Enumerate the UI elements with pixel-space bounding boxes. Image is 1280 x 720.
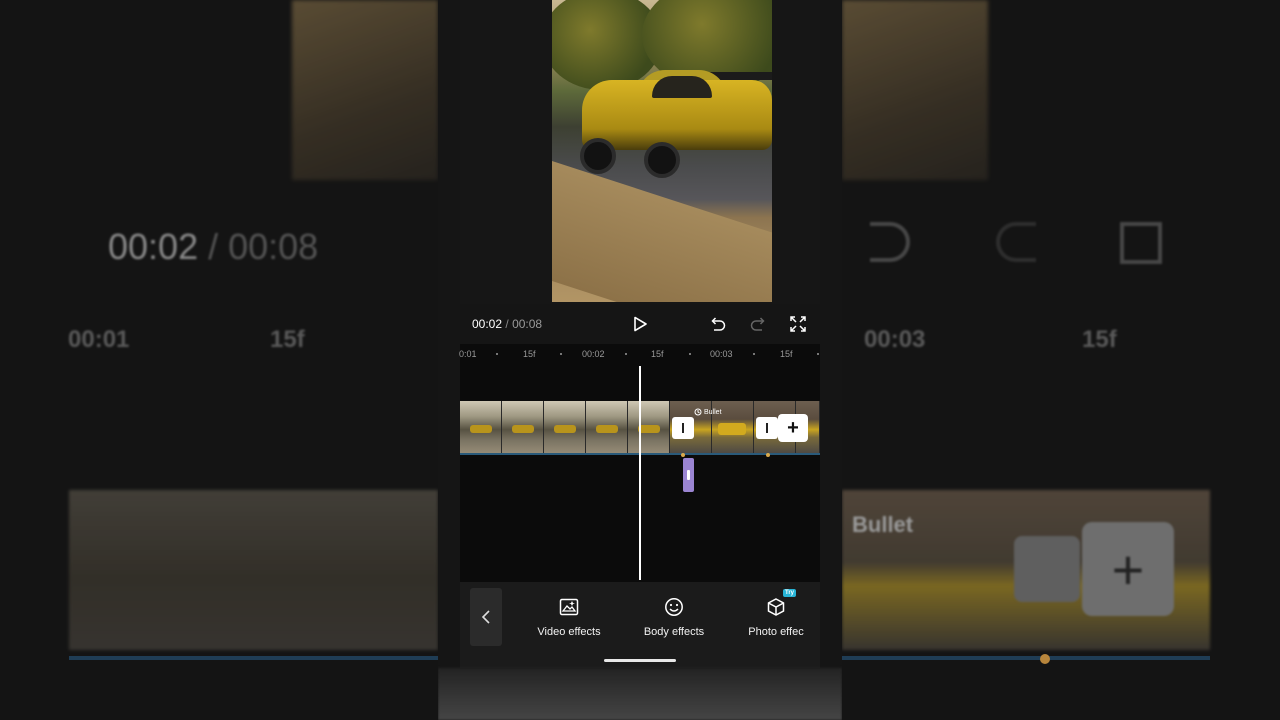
video-effects-icon <box>558 596 580 618</box>
plus-icon: + <box>787 416 799 439</box>
back-button[interactable] <box>470 588 502 646</box>
playhead[interactable] <box>639 366 641 580</box>
phone-bottom-bezel <box>438 668 842 720</box>
redo-icon <box>750 317 765 331</box>
effect-clip-handle[interactable] <box>687 470 690 480</box>
car-window-shape <box>652 76 712 98</box>
backdrop-redo-icon <box>996 222 1036 262</box>
clip-thumbnail <box>460 401 502 453</box>
ruler-label: 0:01 <box>459 349 477 359</box>
tool-label: Photo effec <box>748 626 804 638</box>
tool-label: Body effects <box>643 626 705 638</box>
sidewalk-shape <box>552 157 772 302</box>
backdrop-keyframe-dot <box>1040 654 1050 664</box>
preview-area <box>460 0 820 304</box>
fullscreen-icon <box>790 316 806 332</box>
effects-toolbar: Video effects Body effects Try Photo eff… <box>460 582 820 668</box>
home-indicator[interactable] <box>604 659 676 662</box>
transition-tag: Bullet <box>694 408 722 416</box>
effect-clip[interactable] <box>683 458 694 492</box>
backdrop-undo-icon <box>870 222 910 262</box>
clip-thumbnail <box>544 401 586 453</box>
try-badge: Try <box>782 589 796 597</box>
clip-thumbnail <box>502 401 544 453</box>
backdrop-track-line <box>842 656 1210 660</box>
backdrop-photo <box>842 0 988 180</box>
backdrop-left: 00:02 / 00:08 00:01 15f <box>0 0 438 720</box>
backdrop-photo <box>292 0 438 180</box>
editor-screen: 00:02 / 00:08 0:01 15f 00:02 15f 00:03 1… <box>438 0 842 720</box>
backdrop-time: 00:02 / 00:08 <box>108 226 318 268</box>
backdrop-fullscreen-icon <box>1120 222 1162 264</box>
thumbnail-car <box>554 425 576 433</box>
undo-button[interactable] <box>706 312 730 336</box>
undo-icon <box>711 317 726 331</box>
keyframe-dot <box>766 453 770 457</box>
video-preview[interactable] <box>552 0 772 302</box>
body-effects-icon <box>663 596 685 618</box>
backdrop-ruler-label: 00:03 <box>864 326 926 353</box>
transition-button[interactable] <box>756 417 778 439</box>
backdrop-time-total: 00:08 <box>228 226 319 267</box>
tool-video-effects[interactable]: Video effects <box>524 596 614 638</box>
thumbnail-car <box>718 423 746 435</box>
chevron-left-icon <box>481 610 490 624</box>
transition-tag-icon <box>694 408 702 416</box>
thumbnail-car <box>596 425 618 433</box>
ruler-label: 00:02 <box>582 349 605 359</box>
backdrop-transition-button <box>1014 536 1080 602</box>
time-display: 00:02 / 00:08 <box>472 317 542 331</box>
time-separator: / <box>505 317 509 331</box>
photo-effects-icon: Try <box>765 589 796 618</box>
tool-body-effects[interactable]: Body effects <box>629 596 719 638</box>
transition-button[interactable] <box>672 417 694 439</box>
backdrop-bullet-tag: Bullet <box>852 512 914 537</box>
backdrop-time-sep: / <box>198 226 229 267</box>
backdrop-ruler-label: 15f <box>1082 326 1117 353</box>
car-wheel-shape <box>644 142 680 178</box>
backdrop-ruler-label: 15f <box>270 326 305 353</box>
keyframe-dot <box>681 453 685 457</box>
current-time: 00:02 <box>472 317 503 331</box>
ruler-dot <box>753 353 755 355</box>
backdrop-clip-strip <box>69 490 438 650</box>
tool-photo-effects[interactable]: Try Photo effec <box>731 589 821 638</box>
ruler-label: 15f <box>523 349 536 359</box>
thumbnail-car <box>512 425 534 433</box>
backdrop-right: 00:03 15f Bullet + <box>842 0 1280 720</box>
backdrop-add-button: + <box>1082 522 1174 616</box>
ruler-dot <box>496 353 498 355</box>
playback-controls: 00:02 / 00:08 <box>460 304 820 344</box>
ruler-label: 15f <box>651 349 664 359</box>
clip-thumbnail <box>628 401 670 453</box>
play-button[interactable] <box>628 312 652 336</box>
backdrop-ruler-label: 00:01 <box>68 326 130 353</box>
backdrop-time-current: 00:02 <box>108 226 199 267</box>
timeline[interactable]: 0:01 15f 00:02 15f 00:03 15f Bullet + <box>459 344 820 582</box>
thumbnail-car <box>638 425 660 433</box>
ruler-dot <box>625 353 627 355</box>
thumbnail-car <box>470 425 492 433</box>
transition-tag-label: Bullet <box>704 408 722 416</box>
tool-label: Video effects <box>537 626 601 638</box>
ruler-dot <box>817 353 819 355</box>
car-wheel-shape <box>580 138 616 174</box>
add-clip-button[interactable]: + <box>778 414 808 442</box>
ruler-label: 00:03 <box>710 349 733 359</box>
ruler-dot <box>560 353 562 355</box>
fullscreen-button[interactable] <box>786 312 810 336</box>
clip-thumbnail <box>586 401 628 453</box>
time-ruler: 0:01 15f 00:02 15f 00:03 15f <box>459 344 820 364</box>
redo-button[interactable] <box>746 312 770 336</box>
transition-bar-icon <box>682 423 684 433</box>
backdrop-track-line <box>69 656 438 660</box>
transition-bar-icon <box>766 423 768 433</box>
play-icon <box>634 316 647 332</box>
ruler-dot <box>689 353 691 355</box>
ruler-label: 15f <box>780 349 793 359</box>
total-time: 00:08 <box>512 317 543 331</box>
